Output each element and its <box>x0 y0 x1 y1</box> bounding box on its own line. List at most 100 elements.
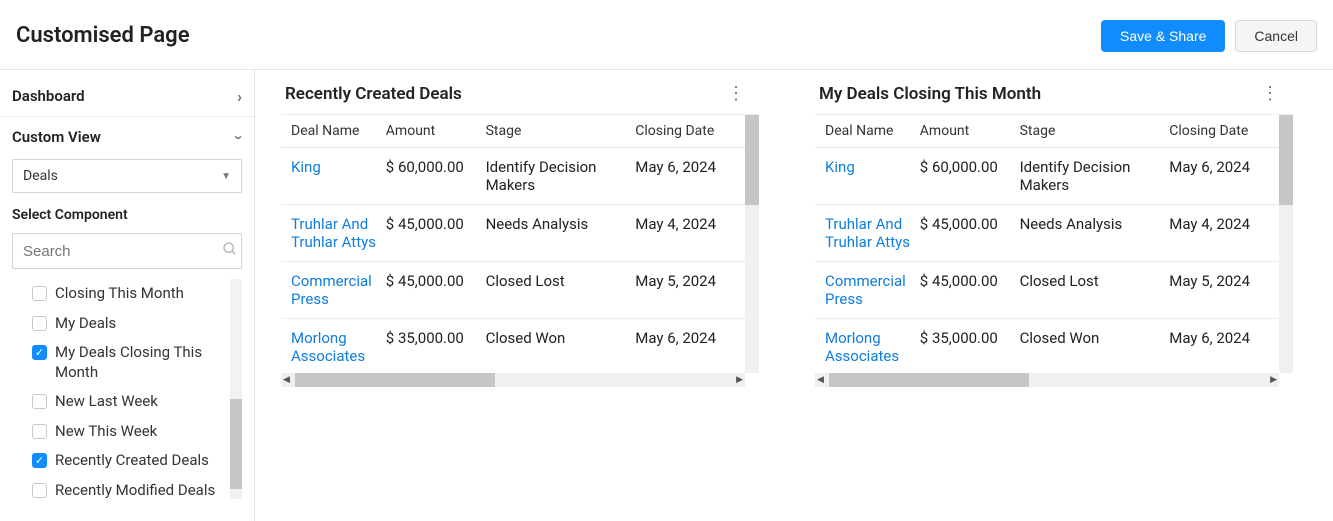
deal-link[interactable]: Commercial Press <box>825 272 906 308</box>
table-row: King $ 60,000.00 Identify Decision Maker… <box>281 148 745 205</box>
chevron-right-icon: › <box>237 87 242 106</box>
cell-stage: Closed Won <box>1020 329 1170 347</box>
cell-amount: $ 45,000.00 <box>920 272 1020 290</box>
cell-stage: Needs Analysis <box>486 215 636 233</box>
chevron-down-icon: › <box>230 135 249 140</box>
scrollbar-thumb[interactable] <box>745 115 759 205</box>
component-label: Recently Created Deals <box>55 451 209 471</box>
component-item[interactable]: New Last Week <box>32 387 242 417</box>
scrollbar-thumb[interactable] <box>1279 115 1293 205</box>
component-label: New This Week <box>55 422 157 442</box>
header-actions: Save & Share Cancel <box>1101 20 1317 52</box>
checkbox[interactable] <box>32 483 47 498</box>
checkbox[interactable] <box>32 345 47 360</box>
scroll-left-icon[interactable]: ◀ <box>817 375 824 385</box>
table-row: Commercial Press $ 45,000.00 Closed Lost… <box>815 262 1279 319</box>
deal-link[interactable]: King <box>291 158 321 176</box>
horizontal-scrollbar[interactable]: ◀ ▶ <box>815 373 1279 387</box>
sidebar: Dashboard › Custom View › Deals ▼ Select… <box>0 70 255 521</box>
deal-link[interactable]: Morlong Associates <box>291 329 365 365</box>
table: Deal Name Amount Stage Closing Date King… <box>281 115 745 373</box>
scroll-right-icon[interactable]: ▶ <box>1270 375 1277 385</box>
deal-link[interactable]: King <box>825 158 855 176</box>
col-stage: Stage <box>1020 123 1170 139</box>
module-select[interactable]: Deals ▼ <box>12 159 242 193</box>
cell-stage: Closed Lost <box>486 272 636 290</box>
table-row: Morlong Associates $ 35,000.00 Closed Wo… <box>815 319 1279 373</box>
component-item[interactable]: My Deals <box>32 309 242 339</box>
search-icon <box>222 241 238 261</box>
table-header: Deal Name Amount Stage Closing Date <box>815 115 1279 148</box>
component-item[interactable]: Closing This Month <box>32 279 242 309</box>
col-closing-date: Closing Date <box>635 123 745 139</box>
checkbox[interactable] <box>32 424 47 439</box>
cell-stage: Identify Decision Makers <box>1020 158 1170 194</box>
vertical-scrollbar[interactable] <box>745 115 759 373</box>
cell-date: May 6, 2024 <box>635 329 745 347</box>
cell-amount: $ 45,000.00 <box>386 215 486 233</box>
scroll-left-icon[interactable]: ◀ <box>283 375 290 385</box>
widget-title: My Deals Closing This Month <box>819 84 1041 104</box>
checkbox[interactable] <box>32 286 47 301</box>
col-amount: Amount <box>386 123 486 139</box>
checkbox[interactable] <box>32 316 47 331</box>
sidebar-dashboard-toggle[interactable]: Dashboard › <box>12 76 242 116</box>
scrollbar-thumb[interactable] <box>829 373 1029 387</box>
page-header: Customised Page Save & Share Cancel <box>0 0 1333 70</box>
scrollbar-thumb[interactable] <box>295 373 495 387</box>
sidebar-dashboard-section: Dashboard › <box>0 76 254 116</box>
sidebar-custom-view-section: Custom View › Deals ▼ Select Component C… <box>0 116 254 499</box>
kebab-icon[interactable]: ⋮ <box>723 85 749 103</box>
widget-my-deals-closing-this-month: My Deals Closing This Month ⋮ Deal Name … <box>815 84 1293 521</box>
cell-date: May 5, 2024 <box>1169 272 1279 290</box>
cell-amount: $ 45,000.00 <box>386 272 486 290</box>
widget-body: Deal Name Amount Stage Closing Date King… <box>815 115 1293 387</box>
component-item[interactable]: My Deals Closing This Month <box>32 338 242 387</box>
horizontal-scrollbar[interactable]: ◀ ▶ <box>281 373 745 387</box>
cell-stage: Closed Won <box>486 329 636 347</box>
deal-link[interactable]: Truhlar And Truhlar Attys <box>825 215 910 251</box>
table: Deal Name Amount Stage Closing Date King… <box>815 115 1279 373</box>
deal-link[interactable]: Truhlar And Truhlar Attys <box>291 215 376 251</box>
body: Dashboard › Custom View › Deals ▼ Select… <box>0 70 1333 521</box>
cell-amount: $ 45,000.00 <box>920 215 1020 233</box>
col-stage: Stage <box>486 123 636 139</box>
deal-link[interactable]: Morlong Associates <box>825 329 899 365</box>
component-item[interactable]: New This Week <box>32 417 242 447</box>
canvas: Recently Created Deals ⋮ Deal Name Amoun… <box>255 70 1333 521</box>
page-title: Customised Page <box>16 23 190 48</box>
cell-stage: Identify Decision Makers <box>486 158 636 194</box>
save-share-button[interactable]: Save & Share <box>1101 20 1225 52</box>
deal-link[interactable]: Commercial Press <box>291 272 372 308</box>
component-item[interactable]: Recently Created Deals <box>32 446 242 476</box>
table-row: Truhlar And Truhlar Attys $ 45,000.00 Ne… <box>815 205 1279 262</box>
cell-amount: $ 60,000.00 <box>920 158 1020 176</box>
table-row: King $ 60,000.00 Identify Decision Maker… <box>815 148 1279 205</box>
sidebar-custom-view-label: Custom View <box>12 128 101 146</box>
cell-date: May 5, 2024 <box>635 272 745 290</box>
checkbox[interactable] <box>32 453 47 468</box>
cancel-button[interactable]: Cancel <box>1235 20 1317 52</box>
scrollbar-thumb[interactable] <box>230 399 242 489</box>
component-label: New Last Week <box>55 392 158 412</box>
component-search[interactable] <box>12 233 242 269</box>
search-input[interactable] <box>23 243 222 260</box>
cell-date: May 6, 2024 <box>1169 158 1279 176</box>
widget-title: Recently Created Deals <box>285 84 462 104</box>
sidebar-custom-view-toggle[interactable]: Custom View › <box>12 117 242 157</box>
component-item[interactable]: Recently Modified Deals <box>32 476 242 500</box>
col-amount: Amount <box>920 123 1020 139</box>
cell-date: May 6, 2024 <box>635 158 745 176</box>
component-list: Closing This Month My Deals My Deals Clo… <box>12 279 242 499</box>
cell-date: May 4, 2024 <box>1169 215 1279 233</box>
table-row: Truhlar And Truhlar Attys $ 45,000.00 Ne… <box>281 205 745 262</box>
vertical-scrollbar[interactable] <box>1279 115 1293 373</box>
kebab-icon[interactable]: ⋮ <box>1257 85 1283 103</box>
widget-body: Deal Name Amount Stage Closing Date King… <box>281 115 759 387</box>
widget-header: Recently Created Deals ⋮ <box>281 84 759 115</box>
scroll-right-icon[interactable]: ▶ <box>736 375 743 385</box>
table-header: Deal Name Amount Stage Closing Date <box>281 115 745 148</box>
component-label: My Deals Closing This Month <box>55 343 215 382</box>
component-scrollbar[interactable] <box>230 279 242 499</box>
checkbox[interactable] <box>32 394 47 409</box>
